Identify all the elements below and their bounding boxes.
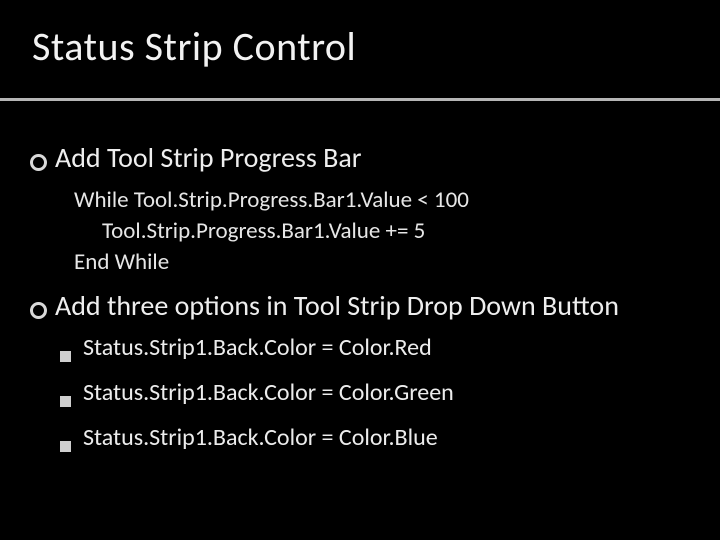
- bullet-text: Add three options in Tool Strip Drop Dow…: [55, 288, 619, 323]
- square-bullet-icon: [60, 351, 71, 362]
- bullet-text: Status.Strip1.Back.Color = Color.Green: [83, 378, 454, 407]
- square-bullet-icon: [60, 396, 71, 407]
- bullet-level2-item: Status.Strip1.Back.Color = Color.Green: [60, 378, 698, 407]
- slide-title: Status Strip Control: [32, 22, 720, 71]
- ring-bullet-icon: [30, 302, 47, 319]
- bullet-level1-item: Add Tool Strip Progress Bar: [30, 140, 698, 175]
- ring-bullet-icon: [30, 154, 47, 171]
- bullet-level1-item: Add three options in Tool Strip Drop Dow…: [30, 288, 698, 323]
- bullet-level2-item: Status.Strip1.Back.Color = Color.Blue: [60, 423, 698, 452]
- code-line: Tool.Strip.Progress.Bar1.Value += 5: [74, 216, 698, 247]
- code-line: End While: [74, 247, 698, 278]
- title-block: Status Strip Control: [0, 0, 720, 98]
- title-divider: [0, 98, 720, 101]
- bullet-text: Status.Strip1.Back.Color = Color.Red: [83, 333, 432, 362]
- square-bullet-icon: [60, 441, 71, 452]
- code-line: While Tool.Strip.Progress.Bar1.Value < 1…: [74, 185, 698, 216]
- bullet-text: Add Tool Strip Progress Bar: [55, 140, 362, 175]
- slide: Status Strip Control Add Tool Strip Prog…: [0, 0, 720, 540]
- sub-bullet-group: Status.Strip1.Back.Color = Color.Red Sta…: [30, 333, 698, 452]
- code-block: While Tool.Strip.Progress.Bar1.Value < 1…: [74, 185, 698, 278]
- slide-content: Add Tool Strip Progress Bar While Tool.S…: [0, 98, 720, 452]
- bullet-text: Status.Strip1.Back.Color = Color.Blue: [83, 423, 438, 452]
- bullet-level2-item: Status.Strip1.Back.Color = Color.Red: [60, 333, 698, 362]
